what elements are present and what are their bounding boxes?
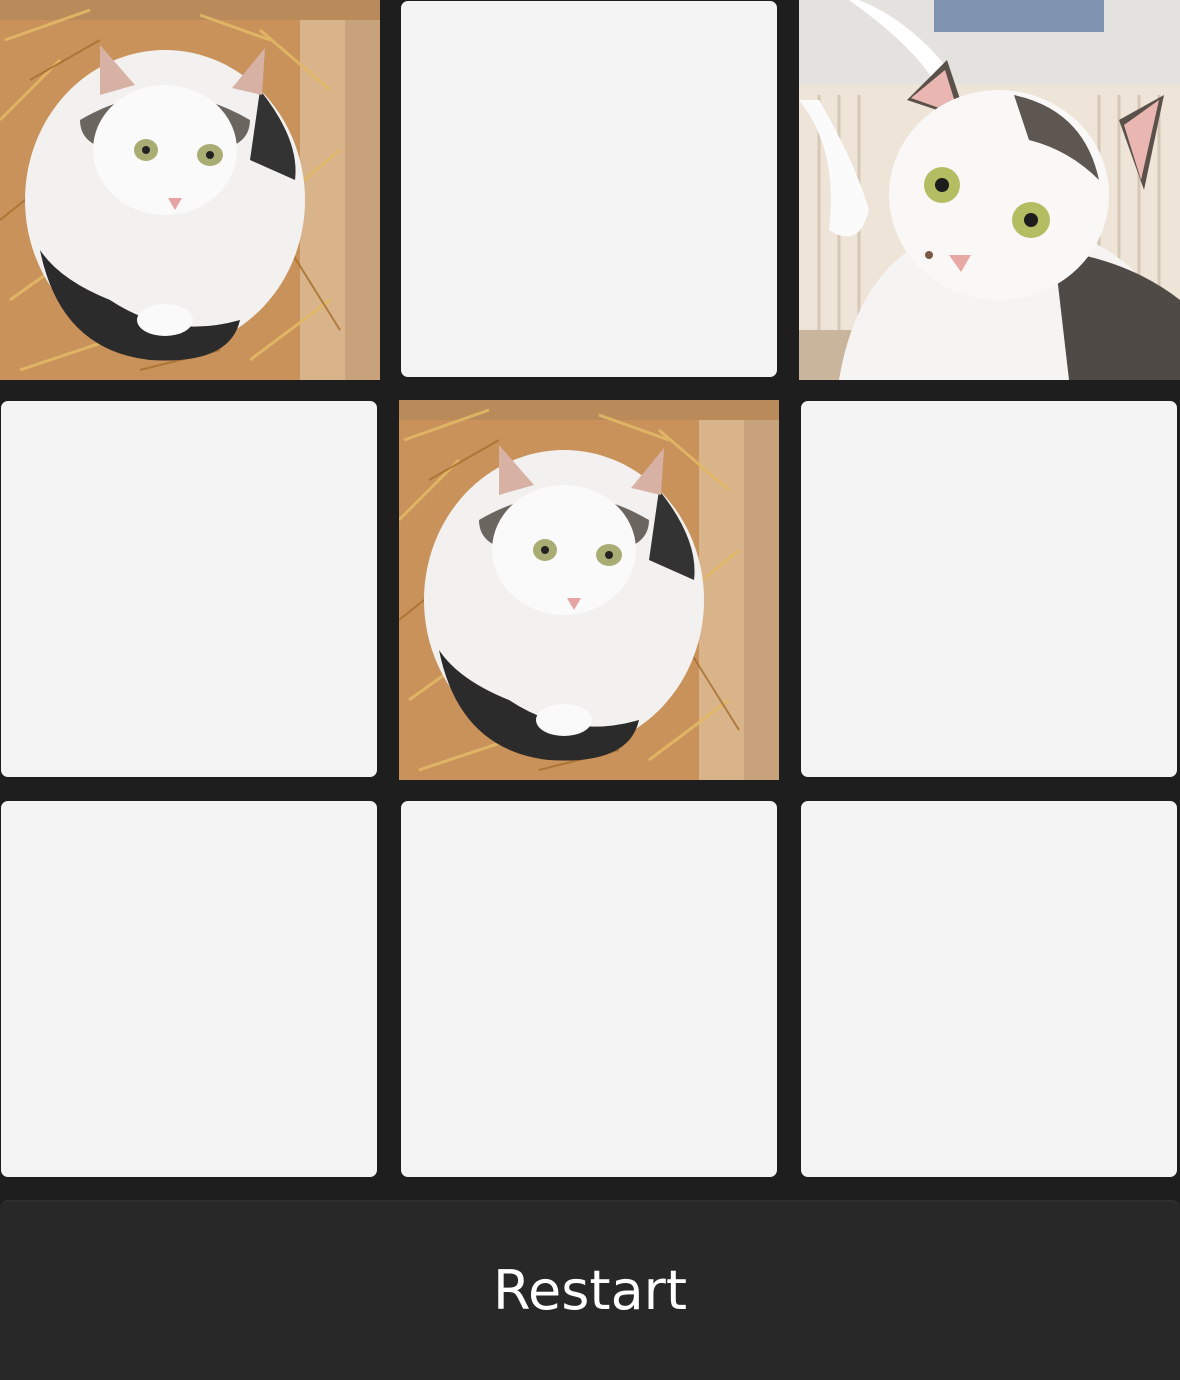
memory-card-face-down[interactable] <box>401 1 777 377</box>
cat-in-straw-box-image <box>399 400 779 780</box>
restart-button[interactable]: Restart <box>0 1200 1180 1380</box>
memory-card-cat-in-straw-box[interactable] <box>0 0 380 380</box>
memory-card-face-down[interactable] <box>801 401 1177 777</box>
memory-card-face-down[interactable] <box>401 801 777 1177</box>
cat-in-straw-box-image <box>0 0 380 380</box>
cat-by-radiator-image <box>799 0 1180 380</box>
memory-card-face-down[interactable] <box>1 801 377 1177</box>
memory-game-board: Restart <box>0 0 1180 1380</box>
memory-card-cat-by-radiator[interactable] <box>799 0 1180 380</box>
memory-card-face-down[interactable] <box>801 801 1177 1177</box>
memory-card-face-down[interactable] <box>1 401 377 777</box>
memory-card-cat-in-straw-box[interactable] <box>399 400 779 780</box>
